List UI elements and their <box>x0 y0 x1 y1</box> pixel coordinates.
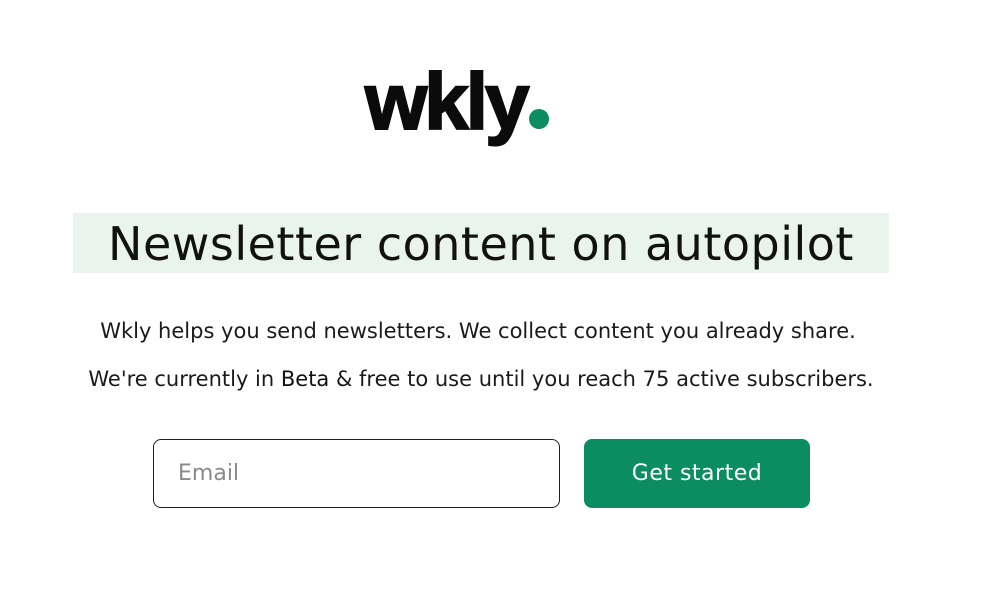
description-line-1: Wkly helps you send newsletters. We coll… <box>100 319 856 343</box>
landing-page: wkly Newsletter content on autopilot Wkl… <box>0 0 1000 604</box>
headline-highlight: Newsletter content on autopilot <box>73 213 889 273</box>
wkly-logo: wkly <box>364 57 550 152</box>
description-line-2: We're currently in Beta & free to use un… <box>0 367 981 391</box>
get-started-button[interactable]: Get started <box>584 439 810 508</box>
email-input[interactable] <box>153 439 560 508</box>
page-headline: Newsletter content on autopilot <box>108 217 854 271</box>
logo-dot-icon <box>529 109 550 129</box>
description-line-2-suffix: & free to use until you reach 75 active … <box>329 367 874 391</box>
beta-label: Beta <box>280 367 330 391</box>
logo-wordmark: wkly <box>364 57 530 146</box>
description-line-2-prefix: We're currently in <box>88 367 281 391</box>
